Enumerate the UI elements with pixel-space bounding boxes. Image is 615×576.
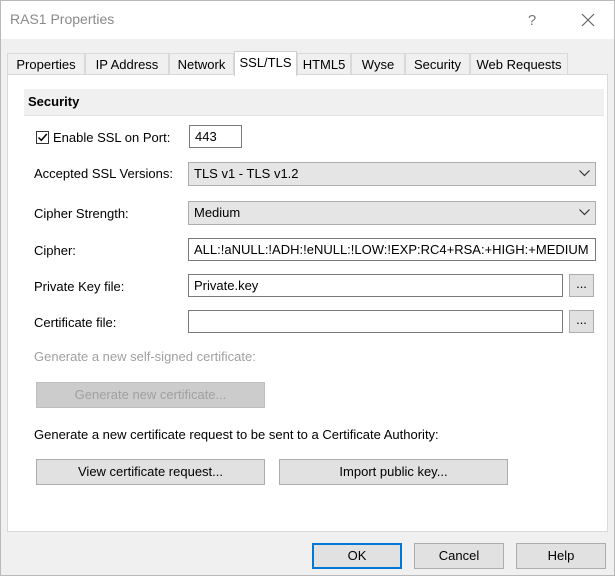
import-public-key-button[interactable]: Import public key... — [279, 459, 508, 485]
chevron-down-icon — [579, 170, 590, 177]
tab-panel-ssl-tls: Security Enable SSL on Port: 443 Accepte… — [7, 74, 608, 532]
self-signed-text: Generate a new self-signed certificate: — [34, 349, 256, 364]
cancel-button[interactable]: Cancel — [414, 543, 504, 569]
properties-dialog: RAS1 Properties ? Properties IP Address … — [0, 0, 615, 576]
tab-ip-address[interactable]: IP Address — [85, 53, 169, 75]
tab-security[interactable]: Security — [405, 53, 470, 75]
cipher-label: Cipher: — [34, 243, 76, 258]
close-icon[interactable] — [571, 8, 605, 32]
tab-network[interactable]: Network — [169, 53, 234, 75]
certificate-browse-button[interactable]: ... — [569, 310, 594, 333]
certificate-request-text: Generate a new certificate request to be… — [34, 427, 439, 442]
title-bar[interactable]: RAS1 Properties ? — [1, 1, 614, 39]
generate-certificate-button[interactable]: Generate new certificate... — [36, 382, 265, 408]
security-group-title: Security — [28, 94, 80, 109]
window-title: RAS1 Properties — [10, 11, 115, 27]
tab-properties[interactable]: Properties — [7, 53, 85, 75]
help-icon[interactable]: ? — [515, 8, 549, 32]
enable-ssl-label[interactable]: Enable SSL on Port: — [53, 130, 170, 145]
chevron-down-icon — [579, 209, 590, 216]
help-button[interactable]: Help — [516, 543, 606, 569]
cipher-strength-label: Cipher Strength: — [34, 206, 129, 221]
security-group-header: Security — [24, 89, 604, 116]
cipher-strength-select[interactable]: Medium — [188, 201, 596, 225]
private-key-label: Private Key file: — [34, 279, 125, 294]
tab-html5[interactable]: HTML5 — [297, 53, 351, 75]
certificate-input[interactable] — [188, 310, 563, 333]
ssl-versions-label: Accepted SSL Versions: — [34, 166, 173, 181]
enable-ssl-checkbox[interactable] — [36, 131, 49, 144]
tab-web-requests[interactable]: Web Requests — [470, 53, 568, 75]
ssl-versions-select[interactable]: TLS v1 - TLS v1.2 — [188, 162, 596, 186]
cipher-strength-value: Medium — [194, 205, 241, 220]
ok-button[interactable]: OK — [312, 543, 402, 569]
tab-wyse[interactable]: Wyse — [351, 53, 405, 75]
view-certificate-request-button[interactable]: View certificate request... — [36, 459, 265, 485]
tab-ssl-tls[interactable]: SSL/TLS — [234, 51, 297, 76]
ssl-versions-value: TLS v1 - TLS v1.2 — [194, 166, 299, 181]
cipher-input[interactable]: ALL:!aNULL:!ADH:!eNULL:!LOW:!EXP:RC4+RSA… — [188, 238, 596, 261]
ssl-port-input[interactable]: 443 — [189, 125, 242, 148]
certificate-label: Certificate file: — [34, 315, 117, 330]
private-key-input[interactable]: Private.key — [188, 274, 563, 297]
private-key-browse-button[interactable]: ... — [569, 274, 594, 297]
